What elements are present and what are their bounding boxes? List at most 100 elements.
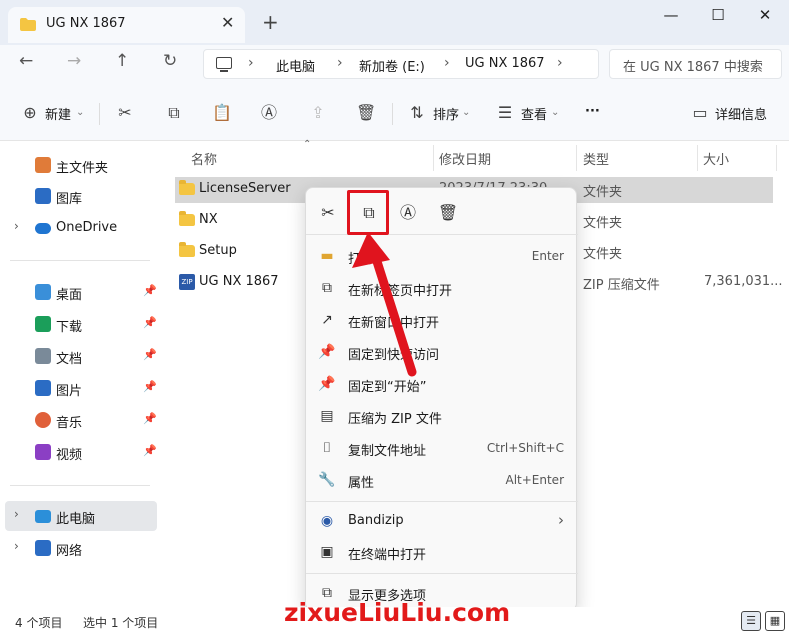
menu-item-label: Bandizip — [348, 513, 404, 528]
pin-icon[interactable]: 📌 — [143, 284, 157, 297]
sidebar-item-documents[interactable]: 文档 📌 — [0, 341, 157, 371]
file-type: 文件夹 — [583, 247, 623, 262]
details-view-icon[interactable]: ☰ — [741, 611, 761, 631]
details-pane-icon[interactable]: ▭ — [690, 103, 710, 123]
menu-item-bandizip[interactable]: ◉ Bandizip › — [306, 506, 578, 536]
column-header-size[interactable]: 大小 — [703, 149, 729, 168]
close-window-button[interactable]: ✕ — [750, 6, 780, 28]
sidebar-item-downloads[interactable]: 下载 📌 — [0, 309, 157, 339]
sidebar-item-pictures[interactable]: 图片 📌 — [0, 373, 157, 403]
copy-icon[interactable]: ⧉ — [164, 103, 184, 123]
refresh-icon[interactable]: ↻ — [163, 51, 177, 71]
details-button[interactable]: 详细信息 — [715, 104, 767, 123]
open-icon: ▬ — [320, 248, 334, 264]
menu-item-open-terminal[interactable]: ▣ 在终端中打开 — [306, 537, 578, 567]
rename-icon[interactable]: Ⓐ — [397, 202, 419, 224]
column-header-name[interactable]: 名称 — [191, 149, 217, 168]
menu-item-compress-zip[interactable]: ▤ 压缩为 ZIP 文件 — [306, 401, 578, 431]
sidebar-item-videos[interactable]: 视频 📌 — [0, 437, 157, 467]
pin-icon[interactable]: 📌 — [143, 444, 157, 457]
sidebar-item-onedrive[interactable]: › OneDrive — [0, 213, 157, 243]
file-size: 7,361,031... — [704, 274, 783, 289]
menu-item-pin-quick-access[interactable]: 📌 固定到快速访问 — [306, 337, 578, 367]
paste-icon[interactable]: 📋 — [212, 103, 232, 123]
pin-icon[interactable]: 📌 — [143, 380, 157, 393]
chevron-right-icon[interactable]: › — [444, 55, 450, 71]
rename-icon[interactable]: Ⓐ — [259, 103, 279, 123]
chevron-right-icon[interactable]: › — [248, 55, 254, 71]
sort-button[interactable]: 排序 — [433, 104, 459, 123]
sidebar-item-label: 桌面 — [56, 288, 83, 303]
chevron-right-icon[interactable]: › — [14, 219, 19, 233]
file-type: 文件夹 — [583, 216, 623, 231]
breadcrumb-this-pc[interactable]: 此电脑 — [276, 56, 315, 75]
menu-item-pin-start[interactable]: 📌 固定到“开始” — [306, 369, 578, 399]
column-divider[interactable] — [776, 145, 777, 171]
chevron-down-icon[interactable]: ⌄ — [551, 107, 559, 118]
pin-icon[interactable]: 📌 — [143, 348, 157, 361]
minimize-button[interactable]: — — [656, 6, 686, 28]
tab-title: UG NX 1867 — [46, 16, 126, 31]
menu-item-label: 在新标签页中打开 — [348, 284, 453, 299]
cloud-icon — [35, 223, 51, 234]
sidebar-item-label: 文档 — [56, 352, 83, 367]
new-button[interactable]: 新建 — [45, 104, 71, 123]
chevron-down-icon[interactable]: ⌄ — [462, 107, 470, 118]
sidebar-item-label: 下载 — [56, 320, 83, 335]
menu-item-label: 打开 — [348, 252, 375, 267]
divider — [392, 103, 393, 125]
tab-ug-nx-1867[interactable]: UG NX 1867 ✕ — [8, 7, 245, 43]
column-header-type[interactable]: 类型 — [583, 149, 609, 168]
sidebar-item-home[interactable]: 主文件夹 — [0, 150, 157, 180]
chevron-right-icon[interactable]: › — [557, 55, 563, 71]
column-divider[interactable] — [697, 145, 698, 171]
chevron-right-icon[interactable]: › — [14, 507, 19, 521]
menu-item-open-new-window[interactable]: ↗ 在新窗口中打开 — [306, 305, 578, 335]
search-input[interactable]: 在 UG NX 1867 中搜索 — [609, 49, 782, 79]
file-name: LicenseServer — [199, 181, 291, 196]
new-tab-button[interactable]: + — [262, 10, 279, 34]
pin-icon[interactable]: 📌 — [143, 316, 157, 329]
more-button[interactable]: ··· — [585, 104, 600, 119]
divider — [306, 573, 578, 574]
menu-item-open[interactable]: ▬ 打开 Enter — [306, 241, 578, 271]
chevron-right-icon[interactable]: › — [337, 55, 343, 71]
cut-icon[interactable]: ✂ — [317, 202, 339, 224]
menu-item-label: 固定到“开始” — [348, 380, 427, 395]
sidebar-item-network[interactable]: › 网络 — [0, 533, 157, 563]
column-header-date[interactable]: 修改日期 — [439, 149, 491, 168]
maximize-button[interactable]: ☐ — [703, 6, 733, 28]
column-divider[interactable] — [433, 145, 434, 171]
delete-icon[interactable]: 🗑 — [437, 202, 459, 224]
divider — [306, 501, 578, 502]
plus-circle-icon[interactable]: ⊕ — [20, 103, 40, 123]
chevron-down-icon[interactable]: ⌄ — [76, 107, 84, 118]
desktop-icon — [35, 284, 51, 300]
menu-item-copy-path[interactable]: ⌷ 复制文件地址 Ctrl+Shift+C — [306, 433, 578, 463]
back-arrow-icon[interactable]: ← — [19, 51, 33, 71]
up-arrow-icon[interactable]: ↑ — [115, 51, 129, 71]
menu-item-open-new-tab[interactable]: ⧉ 在新标签页中打开 — [306, 273, 578, 303]
forward-arrow-icon[interactable]: → — [67, 51, 81, 71]
view-button[interactable]: 查看 — [521, 104, 547, 123]
breadcrumb-drive[interactable]: 新加卷 (E:) — [359, 56, 425, 75]
column-divider[interactable] — [576, 145, 577, 171]
sidebar-item-desktop[interactable]: 桌面 📌 — [0, 277, 157, 307]
sidebar-item-music[interactable]: 音乐 📌 — [0, 405, 157, 435]
pin-icon: 📌 — [318, 344, 336, 360]
sidebar-item-this-pc[interactable]: › 此电脑 — [5, 501, 157, 531]
network-icon — [35, 540, 51, 556]
tab-close-icon[interactable]: ✕ — [221, 13, 234, 32]
cut-icon[interactable]: ✂ — [115, 103, 135, 123]
address-field[interactable]: › 此电脑 › 新加卷 (E:) › UG NX 1867 › — [203, 49, 599, 79]
breadcrumb-folder[interactable]: UG NX 1867 — [465, 56, 545, 71]
delete-icon[interactable]: 🗑 — [356, 103, 376, 123]
chevron-right-icon[interactable]: › — [14, 539, 19, 553]
sort-icon[interactable]: ⇅ — [407, 103, 427, 123]
tiles-view-icon[interactable]: ▦ — [765, 611, 785, 631]
pin-icon[interactable]: 📌 — [143, 412, 157, 425]
menu-item-properties[interactable]: 🔧 属性 Alt+Enter — [306, 465, 578, 495]
sidebar-item-gallery[interactable]: 图库 — [0, 181, 157, 211]
share-icon[interactable]: ⇪ — [308, 103, 328, 123]
view-icon[interactable]: ☰ — [495, 103, 515, 123]
